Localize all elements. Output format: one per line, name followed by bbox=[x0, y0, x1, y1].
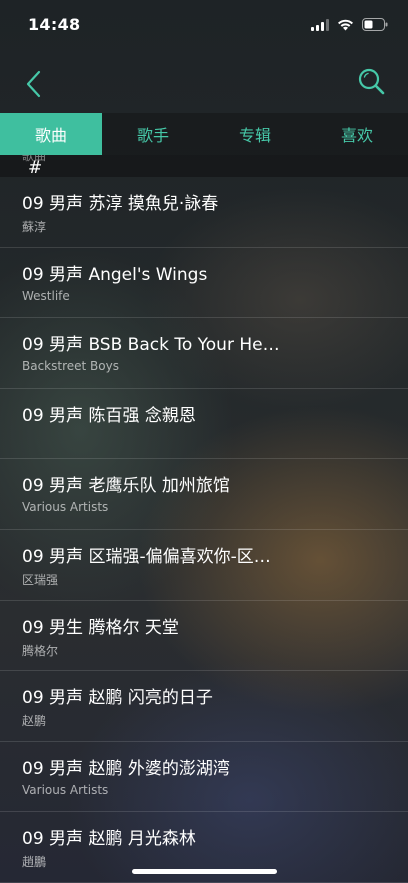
search-icon bbox=[358, 68, 385, 95]
song-artist: Backstreet Boys bbox=[22, 359, 119, 374]
song-artist: 趙鵬 bbox=[22, 855, 47, 870]
song-artist: Various Artists bbox=[22, 500, 109, 515]
song-row[interactable]: 09 男声 BSB Back To Your Heart Backstreet … bbox=[0, 318, 408, 389]
song-artist: Various Artists bbox=[22, 782, 109, 797]
song-artist: 区瑞强 bbox=[22, 572, 59, 587]
tab-songs[interactable]: 歌曲 bbox=[0, 113, 102, 155]
song-row[interactable]: 09 男声 赵鹏 闪亮的日子 赵鹏 bbox=[0, 671, 408, 742]
tab-bar: 歌曲 歌手 专辑 喜欢 bbox=[0, 113, 408, 155]
song-title: 09 男声 BSB Back To Your Heart bbox=[22, 335, 282, 356]
song-artist: Westlife bbox=[22, 288, 70, 303]
section-index-label: # bbox=[28, 158, 43, 177]
song-title: 09 男声 区瑞强-偏偏喜欢你-区瑞强 bbox=[22, 546, 282, 567]
search-button[interactable] bbox=[356, 66, 388, 98]
song-row[interactable]: 09 男声 区瑞强-偏偏喜欢你-区瑞强 区瑞强 bbox=[0, 530, 408, 601]
status-time: 14:48 bbox=[28, 15, 81, 34]
song-title: 09 男声 赵鹏 闪亮的日子 bbox=[22, 688, 213, 709]
back-button[interactable] bbox=[20, 68, 50, 100]
song-row[interactable]: 09 男生 腾格尔 天堂 腾格尔 bbox=[0, 601, 408, 672]
song-row[interactable]: 09 男声 陈百强 念親恩 bbox=[0, 389, 408, 460]
song-row[interactable]: 09 男声 Angel's Wings Westlife bbox=[0, 248, 408, 319]
song-artist: 腾格尔 bbox=[22, 643, 59, 658]
tab-favorites[interactable]: 喜欢 bbox=[306, 113, 408, 155]
song-title: 09 男声 老鹰乐队 加州旅馆 bbox=[22, 476, 230, 497]
song-row[interactable]: 09 男声 老鹰乐队 加州旅馆 Various Artists bbox=[0, 459, 408, 530]
song-title: 09 男生 腾格尔 天堂 bbox=[22, 617, 179, 638]
battery-icon bbox=[362, 18, 388, 31]
song-row[interactable]: 09 男声 赵鹏 外婆的澎湖湾 Various Artists bbox=[0, 742, 408, 813]
song-artist: 赵鹏 bbox=[22, 714, 47, 729]
song-artist: 蘇淳 bbox=[22, 220, 47, 234]
wifi-icon bbox=[338, 19, 353, 30]
song-list: 09 男声 苏淳 摸魚兒·詠春 蘇淳 09 男声 Angel's Wings W… bbox=[0, 177, 408, 883]
status-icons bbox=[311, 18, 388, 31]
tab-artists[interactable]: 歌手 bbox=[102, 113, 204, 155]
song-title: 09 男声 陈百强 念親恩 bbox=[22, 405, 196, 426]
nav-bar bbox=[0, 58, 408, 110]
song-title: 09 男声 赵鹏 月光森林 bbox=[22, 829, 196, 850]
home-indicator[interactable] bbox=[132, 869, 277, 874]
song-title: 09 男声 Angel's Wings bbox=[22, 264, 208, 285]
song-title: 09 男声 赵鹏 外婆的澎湖湾 bbox=[22, 758, 230, 779]
chevron-left-icon bbox=[26, 70, 41, 98]
section-header: 歌曲 # bbox=[0, 155, 408, 177]
song-title: 09 男声 苏淳 摸魚兒·詠春 bbox=[22, 194, 219, 214]
tab-albums[interactable]: 专辑 bbox=[204, 113, 306, 155]
status-bar: 14:48 bbox=[0, 0, 408, 50]
song-row[interactable]: 09 男声 苏淳 摸魚兒·詠春 蘇淳 bbox=[0, 177, 408, 248]
signal-icon bbox=[311, 18, 329, 31]
